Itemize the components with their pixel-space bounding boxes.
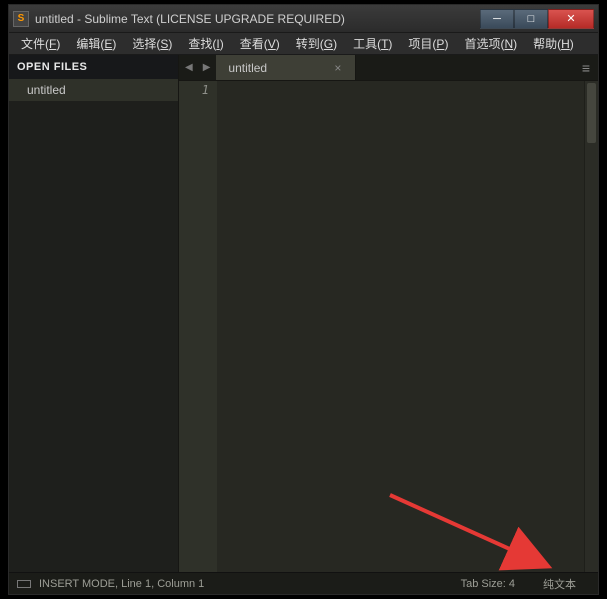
maximize-button[interactable]: □ — [514, 9, 548, 29]
status-mode[interactable]: INSERT MODE, Line 1, Column 1 — [39, 578, 204, 590]
menu-item[interactable]: 转到(G) — [288, 33, 345, 54]
tab-next-icon[interactable]: ▶ — [203, 62, 211, 73]
gutter: 1 — [179, 81, 217, 572]
code-area[interactable] — [217, 81, 584, 572]
menu-item[interactable]: 查找(I) — [180, 33, 231, 54]
status-left: INSERT MODE, Line 1, Column 1 — [17, 578, 204, 590]
menu-item[interactable]: 工具(T) — [345, 33, 400, 54]
sidebar-item[interactable]: untitled — [9, 79, 178, 101]
app-window: S untitled - Sublime Text (LICENSE UPGRA… — [8, 4, 599, 595]
tab-prev-icon[interactable]: ◀ — [185, 62, 193, 73]
titlebar[interactable]: S untitled - Sublime Text (LICENSE UPGRA… — [9, 5, 598, 33]
menu-item[interactable]: 首选项(N) — [456, 33, 525, 54]
menu-item[interactable]: 项目(P) — [400, 33, 456, 54]
menu-item[interactable]: 帮助(H) — [525, 33, 582, 54]
tab[interactable]: untitled × — [216, 55, 356, 80]
menubar: 文件(F)编辑(E)选择(S)查找(I)查看(V)转到(G)工具(T)项目(P)… — [9, 33, 598, 55]
tabbar: ◀ ▶ untitled × ≡ — [179, 55, 598, 81]
window-controls: ─ □ ✕ — [480, 9, 594, 29]
statusbar: INSERT MODE, Line 1, Column 1 Tab Size: … — [9, 572, 598, 594]
scrollbar-thumb[interactable] — [587, 83, 596, 143]
menu-item[interactable]: 选择(S) — [124, 33, 180, 54]
editor-area: ◀ ▶ untitled × ≡ 1 — [179, 55, 598, 572]
tab-label: untitled — [228, 61, 267, 75]
status-tab-size[interactable]: Tab Size: 4 — [447, 578, 529, 590]
tabbar-menu-icon[interactable]: ≡ — [574, 55, 598, 80]
tab-nav: ◀ ▶ — [179, 55, 216, 80]
menu-item[interactable]: 查看(V) — [232, 33, 288, 54]
close-button[interactable]: ✕ — [548, 9, 594, 29]
menu-item[interactable]: 文件(F) — [13, 33, 68, 54]
status-panel-icon[interactable] — [17, 580, 31, 588]
sidebar: OPEN FILES untitled — [9, 55, 179, 572]
tab-close-icon[interactable]: × — [332, 61, 343, 75]
minimize-button[interactable]: ─ — [480, 9, 514, 29]
window-title: untitled - Sublime Text (LICENSE UPGRADE… — [35, 12, 480, 26]
app-icon: S — [13, 11, 29, 27]
sidebar-header: OPEN FILES — [9, 55, 178, 79]
editor: 1 — [179, 81, 598, 572]
status-syntax[interactable]: 纯文本 — [529, 576, 590, 592]
body: OPEN FILES untitled ◀ ▶ untitled × ≡ 1 — [9, 55, 598, 572]
vertical-scrollbar[interactable] — [584, 81, 598, 572]
line-number: 1 — [179, 83, 209, 97]
menu-item[interactable]: 编辑(E) — [68, 33, 124, 54]
